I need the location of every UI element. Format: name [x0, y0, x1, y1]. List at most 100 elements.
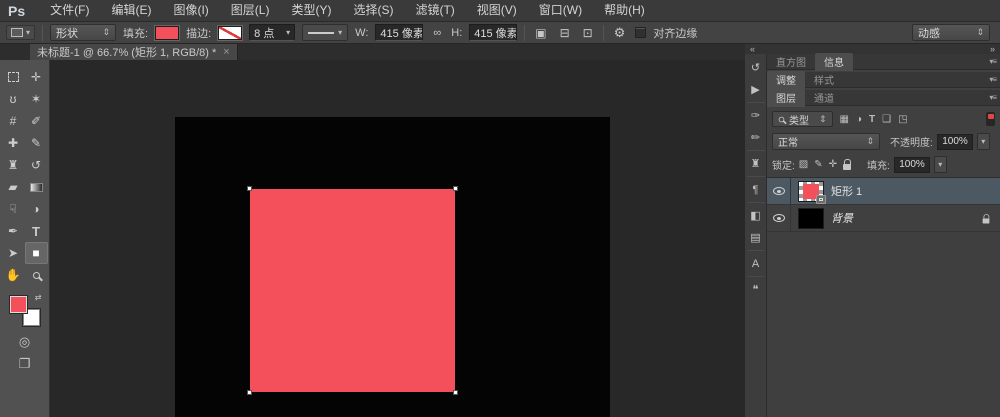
lock-all-icon[interactable] — [843, 159, 852, 170]
character-styles-panel-icon[interactable]: ◧ — [746, 206, 766, 225]
anchor-handle-top-right[interactable] — [453, 186, 458, 191]
menu-layer[interactable]: 图层(L) — [220, 0, 281, 21]
tool-mode-select[interactable]: 形状 ⇕ — [50, 24, 117, 41]
path-selection-tool[interactable]: ➤ — [2, 242, 25, 264]
layers-empty-area[interactable] — [767, 232, 1000, 417]
lock-position-icon[interactable]: ✛ — [829, 159, 837, 170]
link-dimensions-icon[interactable]: ∞ — [430, 27, 444, 39]
hand-tool[interactable]: ✋ — [2, 264, 25, 286]
tab-channels[interactable]: 通道 — [805, 89, 843, 107]
anchor-handle-bottom-left[interactable] — [247, 390, 252, 395]
shape-height-input[interactable]: 415 像素 — [469, 24, 518, 41]
document-canvas[interactable] — [175, 117, 610, 417]
layer-fill-input[interactable]: 100% — [893, 156, 930, 173]
stroke-color-swatch[interactable] — [217, 24, 244, 41]
opacity-dropdown-button[interactable]: ▾ — [976, 133, 990, 150]
menu-window[interactable]: 窗口(W) — [528, 0, 593, 21]
document-tab[interactable]: 未标题-1 @ 66.7% (矩形 1, RGB/8) * × — [30, 44, 238, 60]
menu-edit[interactable]: 编辑(E) — [100, 0, 162, 21]
menu-select[interactable]: 选择(S) — [342, 0, 404, 21]
quick-mask-button[interactable]: ◎ — [19, 334, 30, 350]
lock-image-pixels-icon[interactable]: ✎ — [814, 159, 822, 170]
tool-preset-picker[interactable]: ▾ — [6, 25, 36, 40]
lock-transparent-pixels-icon[interactable]: ▨ — [799, 159, 808, 170]
tab-layers[interactable]: 图层 — [767, 88, 805, 107]
filter-type-layers-icon[interactable]: T — [869, 114, 875, 125]
character-panel-icon[interactable]: A — [746, 254, 766, 273]
fill-dropdown-button[interactable]: ▾ — [933, 156, 947, 173]
paragraph-styles-panel-icon[interactable]: ▤ — [746, 228, 766, 247]
clone-source-panel-icon[interactable]: ♜ — [746, 154, 766, 173]
smudge-tool[interactable]: ☟ — [2, 198, 25, 220]
healing-brush-tool[interactable]: ✚ — [2, 132, 25, 154]
eraser-tool[interactable]: ▰ — [2, 176, 25, 198]
anchor-handle-top-left[interactable] — [247, 186, 252, 191]
visibility-cell[interactable] — [767, 205, 791, 231]
visibility-cell[interactable] — [767, 178, 791, 204]
layer-row-rectangle-1[interactable]: 矩形 1 — [767, 178, 1000, 205]
brush-tool[interactable]: ✎ — [25, 132, 48, 154]
rectangular-marquee-tool[interactable] — [2, 66, 25, 88]
menu-file[interactable]: 文件(F) — [39, 0, 100, 21]
tab-histogram[interactable]: 直方图 — [767, 53, 815, 71]
lasso-tool[interactable]: ʊ — [2, 88, 25, 110]
layer-filter-select[interactable]: 类型 ⇕ — [772, 111, 833, 127]
expand-panels-icon[interactable]: » — [990, 44, 995, 54]
zoom-tool[interactable] — [25, 264, 48, 286]
gear-icon[interactable]: ⚙ — [611, 25, 629, 41]
swap-colors-icon[interactable]: ⇄ — [35, 293, 42, 302]
opacity-input[interactable]: 100% — [936, 133, 973, 150]
paragraph-panel-icon[interactable]: ¶ — [746, 180, 766, 199]
type-tool[interactable]: T — [25, 220, 48, 242]
crop-tool[interactable]: # — [2, 110, 25, 132]
path-arrangement-icon[interactable]: ⊡ — [580, 26, 596, 40]
layer-thumbnail[interactable] — [798, 180, 826, 204]
brush-presets-panel-icon[interactable]: ✏ — [746, 128, 766, 147]
menu-type[interactable]: 类型(Y) — [280, 0, 342, 21]
shape-width-input[interactable]: 415 像素 — [375, 24, 424, 41]
tab-info[interactable]: 信息 — [815, 52, 853, 71]
stroke-style-picker[interactable]: ▾ — [302, 24, 349, 41]
clone-stamp-tool[interactable]: ♜ — [2, 154, 25, 176]
menu-image[interactable]: 图像(I) — [162, 0, 219, 21]
menu-filter[interactable]: 滤镜(T) — [404, 0, 465, 21]
path-operations-icon[interactable]: ▣ — [532, 26, 549, 40]
stroke-width-field[interactable]: 8 点 ▾ — [249, 24, 296, 41]
collapse-panels-icon[interactable]: « — [750, 44, 755, 54]
screen-mode-button[interactable]: ❐ — [19, 356, 31, 372]
workspace-switcher[interactable]: 动感 ⇕ — [912, 24, 990, 41]
panel-menu-icon[interactable]: ▾≡ — [989, 57, 997, 66]
eyedropper-tool[interactable]: ✐ — [25, 110, 48, 132]
history-brush-tool[interactable]: ↺ — [25, 154, 48, 176]
fill-color-swatch[interactable] — [154, 24, 181, 41]
layer-filter-toggle[interactable] — [986, 112, 995, 126]
filter-adjustment-layers-icon[interactable]: ◑ — [856, 114, 862, 125]
layer-row-background[interactable]: 背景 — [767, 205, 1000, 232]
history-panel-icon[interactable]: ↺ — [746, 58, 766, 77]
tab-adjustments[interactable]: 调整 — [767, 70, 805, 89]
magic-wand-tool[interactable]: ✶ — [25, 88, 48, 110]
panel-menu-icon[interactable]: ▾≡ — [989, 93, 997, 102]
align-edges-checkbox[interactable] — [635, 27, 647, 38]
filter-shape-layers-icon[interactable]: ❑ — [882, 114, 891, 125]
menu-view[interactable]: 视图(V) — [466, 0, 528, 21]
brush-panel-icon[interactable]: ✑ — [746, 106, 766, 125]
layer-thumbnail[interactable] — [798, 207, 824, 229]
gradient-tool[interactable] — [25, 176, 48, 198]
filter-smart-objects-icon[interactable]: ◳ — [898, 114, 907, 125]
dodge-tool[interactable]: ◑ — [25, 198, 48, 220]
pen-tool[interactable]: ✒ — [2, 220, 25, 242]
path-alignment-icon[interactable]: ⊟ — [557, 26, 573, 40]
move-tool[interactable]: ✛ — [25, 66, 48, 88]
panel-menu-icon[interactable]: ▾≡ — [989, 75, 997, 84]
rectangle-shape[interactable] — [247, 186, 458, 395]
close-icon[interactable]: × — [223, 46, 229, 58]
filter-pixel-layers-icon[interactable]: ▦ — [840, 114, 849, 125]
notes-panel-icon[interactable]: ❝ — [746, 280, 766, 299]
menu-help[interactable]: 帮助(H) — [593, 0, 656, 21]
actions-panel-icon[interactable]: ▶ — [746, 80, 766, 99]
anchor-handle-bottom-right[interactable] — [453, 390, 458, 395]
blend-mode-select[interactable]: 正常 ⇕ — [772, 133, 880, 150]
tab-styles[interactable]: 样式 — [805, 71, 843, 89]
foreground-color-swatch[interactable] — [8, 295, 28, 314]
